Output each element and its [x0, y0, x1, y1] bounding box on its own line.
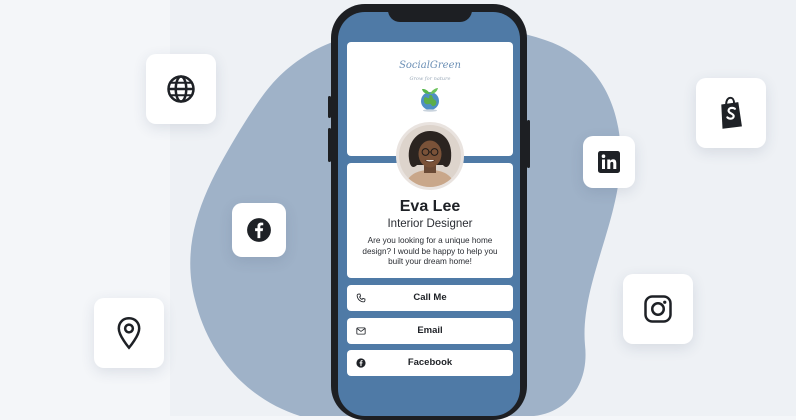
call-me-button[interactable]: Call Me [347, 285, 513, 311]
email-label: Email [417, 325, 443, 336]
globe-plant-logo-icon [421, 88, 439, 112]
facebook-button[interactable]: Facebook [347, 350, 513, 376]
profile-bio: Are you looking for a unique home design… [362, 236, 498, 267]
avatar[interactable] [396, 122, 464, 190]
phone-side-button [328, 128, 331, 162]
linkedin-icon [598, 151, 620, 173]
facebook-icon [247, 218, 271, 242]
globe-tile[interactable] [146, 54, 216, 124]
brand-logo-text: SocialGreen [399, 60, 461, 71]
phone-side-button [328, 96, 331, 118]
globe-icon [167, 75, 195, 103]
shopify-icon [721, 96, 742, 129]
facebook-tile[interactable] [232, 203, 286, 257]
shopify-tile[interactable] [696, 78, 766, 148]
profile-job-title: Interior Designer [387, 218, 473, 230]
location-pin-icon [117, 317, 141, 350]
phone-side-button [527, 120, 530, 168]
instagram-tile[interactable] [623, 274, 693, 344]
call-me-label: Call Me [413, 292, 447, 303]
brand-tagline: Grow for nature [409, 76, 451, 82]
facebook-label: Facebook [407, 357, 453, 368]
location-tile[interactable] [94, 298, 164, 368]
linkedin-tile[interactable] [583, 136, 635, 188]
profile-name: Eva Lee [399, 198, 461, 215]
instagram-icon [644, 295, 672, 323]
email-button[interactable]: Email [347, 318, 513, 344]
phone-notch [388, 4, 472, 22]
avatar-portrait [399, 125, 461, 187]
